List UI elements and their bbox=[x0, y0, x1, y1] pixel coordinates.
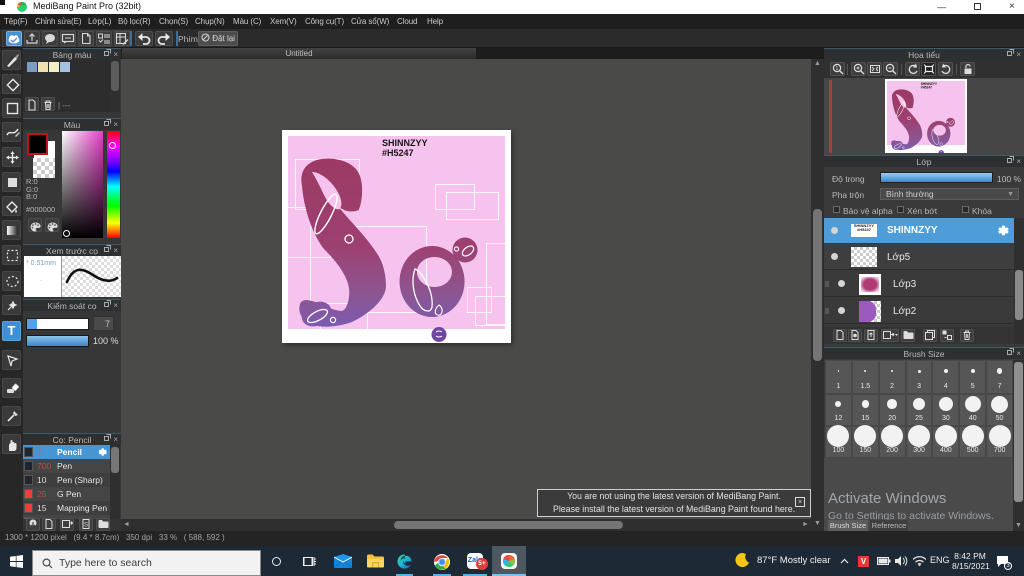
svg-text:#H5247: #H5247 bbox=[382, 148, 414, 158]
svg-text:S: S bbox=[84, 523, 88, 529]
svg-text:1: 1 bbox=[835, 66, 838, 72]
svg-text:SHINNZYY: SHINNZYY bbox=[382, 138, 428, 148]
